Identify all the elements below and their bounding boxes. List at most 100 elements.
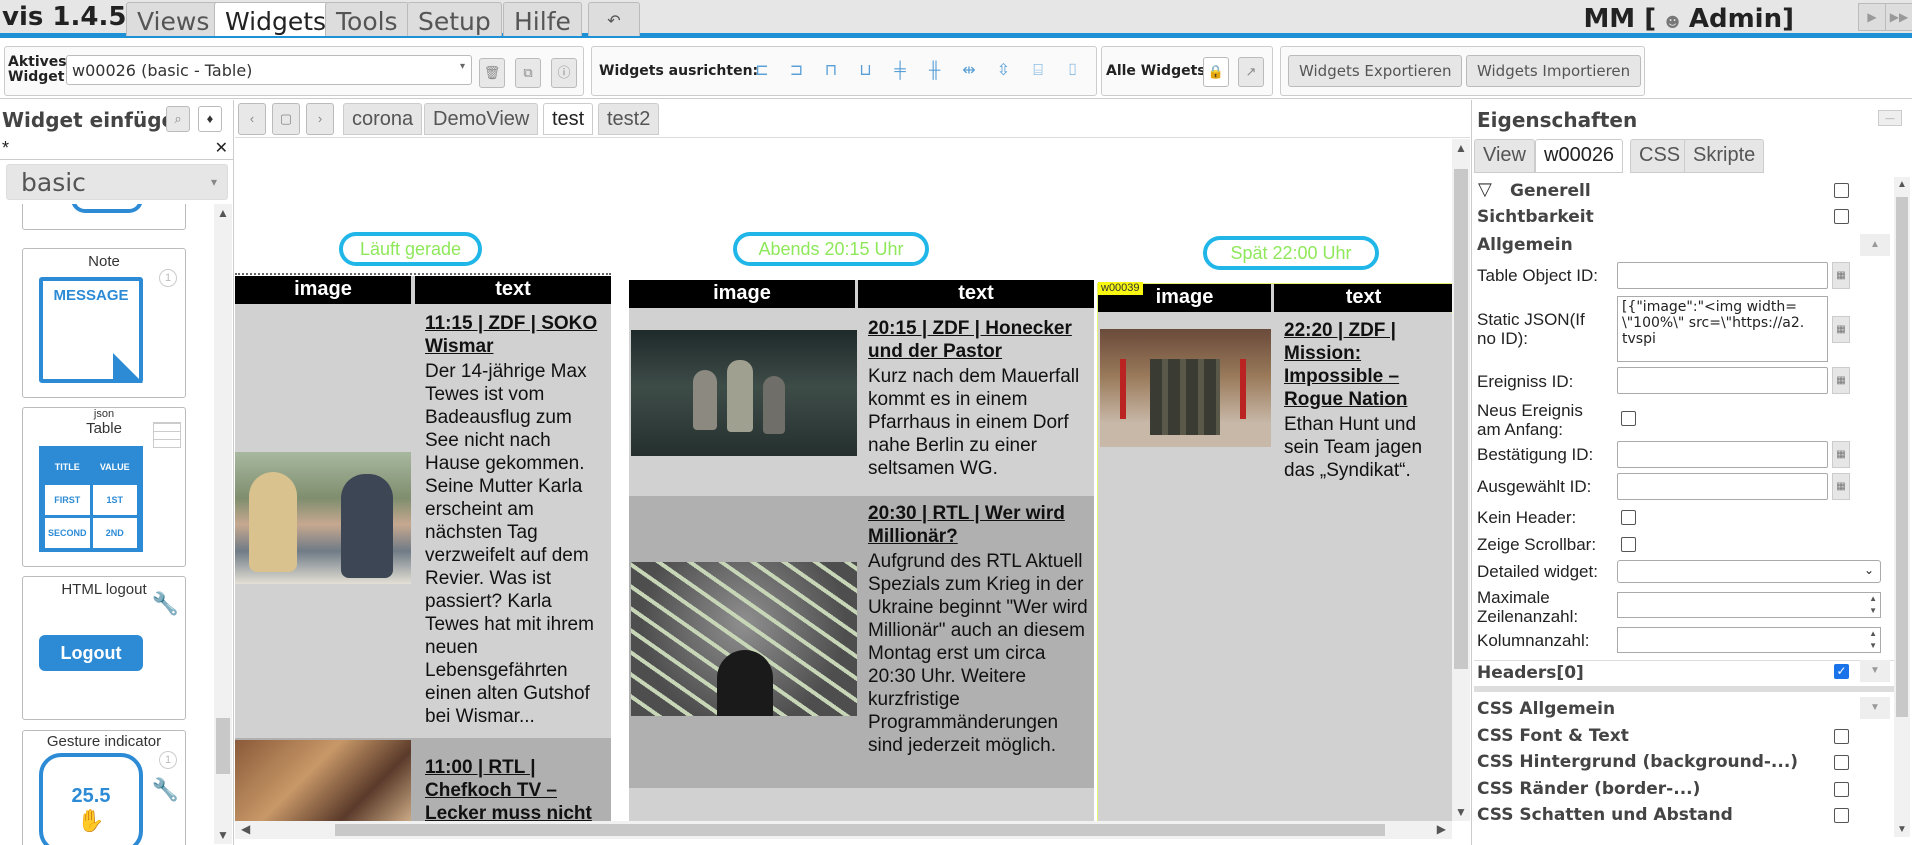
group-css-raender[interactable]: CSS Ränder (border-...) <box>1477 779 1700 799</box>
chevron-up-icon[interactable]: ▲ <box>1860 234 1890 256</box>
program-headline[interactable]: 11:00 | RTL | Chefkoch TV – Lecker muss … <box>425 756 607 821</box>
undo-button[interactable]: ↶ <box>588 2 640 36</box>
same-width-icon[interactable]: ⌸ <box>1028 60 1048 82</box>
chevron-down-icon[interactable]: ▼ <box>1860 660 1890 682</box>
prop-tab-widget[interactable]: w00026 <box>1535 139 1624 173</box>
widget-card-gesture-indicator[interactable]: Gesture indicator 1 🔧 25.5 ✋ <box>22 730 186 845</box>
max-zeilen-stepper[interactable]: ▲ ▼ <box>1617 592 1881 618</box>
table-row[interactable]: 20:30 | RTL | Wer wird Millionär? Aufgrun… <box>629 496 1094 788</box>
tab-test2[interactable]: test2 <box>598 103 660 135</box>
widget-card-partial[interactable] <box>22 204 186 230</box>
align-vcenter-icon[interactable]: ╪ <box>890 60 910 82</box>
generell-checkbox[interactable] <box>1834 183 1849 198</box>
pill-spaet[interactable]: Spät 22:00 Uhr <box>1203 236 1379 270</box>
table-object-id-input[interactable] <box>1617 262 1828 289</box>
select-id-button[interactable]: ▦ <box>1832 262 1850 289</box>
copy-widget-icon[interactable]: ⧉ <box>515 58 541 88</box>
table-widget-w00026[interactable]: image text 11:15 | ZDF | SOKO Wismar Der … <box>235 276 611 821</box>
tab-demoview[interactable]: DemoView <box>424 103 539 135</box>
select-id-button[interactable]: ▦ <box>1832 316 1850 343</box>
table-row[interactable]: 20:15 | ZDF | Honecker und der Pastor Kur… <box>629 309 1094 494</box>
group-allgemein[interactable]: Allgemein <box>1477 235 1573 255</box>
clipboard-icon[interactable]: ▢ <box>272 103 300 135</box>
table-row[interactable]: 11:15 | ZDF | SOKO Wismar Der 14-jährige … <box>235 306 611 737</box>
widget-card-note[interactable]: Note 1 MESSAGE <box>22 248 186 398</box>
css-raender-checkbox[interactable] <box>1834 782 1849 797</box>
program-headline[interactable]: 20:30 | RTL | Wer wird Millionär? <box>868 502 1092 548</box>
table-row[interactable]: 11:00 | RTL | Chefkoch TV – Lecker muss … <box>235 738 611 821</box>
same-height-icon[interactable]: ⌷ <box>1063 60 1083 82</box>
clear-icon[interactable]: ✕ <box>215 138 228 158</box>
widget-set-select[interactable]: basic ▾ <box>6 164 228 200</box>
distribute-v-icon[interactable]: ⇳ <box>994 60 1014 82</box>
table-row[interactable]: 22:20 | ZDF | Mission: Impossible – Rogu… <box>1098 313 1452 821</box>
group-css-schatten[interactable]: CSS Schatten und Abstand <box>1477 805 1733 825</box>
detailed-widget-select[interactable]: ⌄ <box>1617 560 1881 583</box>
table-widget[interactable]: image text 20:15 | ZDF | Honecker und de… <box>629 280 1094 821</box>
tab-corona[interactable]: corona <box>343 103 423 135</box>
properties-scrollbar[interactable]: ▲ ▼ <box>1894 177 1910 837</box>
menu-hilfe[interactable]: Hilfe <box>503 2 582 36</box>
delete-widget-icon[interactable]: 🗑 <box>479 58 505 88</box>
group-sichtbarkeit[interactable]: Sichtbarkeit <box>1477 207 1594 227</box>
align-top-icon[interactable]: ⊓ <box>821 60 841 82</box>
select-id-button[interactable]: ▦ <box>1832 441 1850 468</box>
canvas-scrollbar-horizontal[interactable]: ◀ ▶ <box>235 821 1452 839</box>
zeige-scrollbar-checkbox[interactable] <box>1621 537 1636 552</box>
group-css-hintergrund[interactable]: CSS Hintergrund (background-...) <box>1477 752 1798 772</box>
align-bottom-icon[interactable]: ⊔ <box>856 60 876 82</box>
kein-header-checkbox[interactable] <box>1621 510 1636 525</box>
headers-checkbox[interactable]: ✓ <box>1834 664 1849 679</box>
export-widgets-button[interactable]: Widgets Exportieren <box>1288 55 1463 87</box>
select-id-button[interactable]: ▦ <box>1832 367 1850 394</box>
play-icon[interactable]: ▶ <box>1858 3 1886 31</box>
active-widget-select[interactable]: w00026 (basic - Table) ▾ <box>66 55 472 85</box>
prop-tab-view[interactable]: View <box>1474 139 1535 173</box>
chevron-left-icon[interactable]: ‹ <box>238 103 266 135</box>
lock-icon[interactable]: 🔒 <box>1203 57 1229 87</box>
program-headline[interactable]: 22:20 | ZDF | Mission: Impossible – Rogu… <box>1284 319 1450 411</box>
filter-input[interactable]: * ✕ <box>0 138 234 160</box>
tag-icon[interactable]: ♦ <box>198 106 222 132</box>
chevron-down-icon[interactable]: ▼ <box>1860 697 1890 719</box>
group-generell[interactable]: Generell <box>1510 181 1591 201</box>
external-link-icon[interactable]: ↗ <box>1238 57 1264 87</box>
menu-tools[interactable]: Tools <box>325 2 409 36</box>
kolumnanzahl-stepper[interactable]: ▲ ▼ <box>1617 627 1881 653</box>
collapse-icon[interactable]: — <box>1878 110 1902 126</box>
select-id-button[interactable]: ▦ <box>1832 473 1850 500</box>
sichtbarkeit-checkbox[interactable] <box>1834 209 1849 224</box>
ereignis-id-input[interactable] <box>1617 367 1828 394</box>
chevron-right-icon[interactable]: › <box>306 103 334 135</box>
widget-card-table[interactable]: json Table TITLE VALUE FIRST 1ST SECOND … <box>22 407 186 567</box>
program-headline[interactable]: 11:15 | ZDF | SOKO Wismar <box>425 312 607 358</box>
prop-tab-skripte[interactable]: Skripte <box>1684 139 1765 173</box>
search-icon[interactable]: ⌕ <box>166 106 190 132</box>
css-schatten-checkbox[interactable] <box>1834 808 1849 823</box>
menu-views[interactable]: Views <box>126 2 221 36</box>
ausgewaehlt-id-input[interactable] <box>1617 473 1828 500</box>
align-right-icon[interactable]: ⊐ <box>787 60 807 82</box>
static-json-textarea[interactable]: [{"image":"<img width=\"100%\" src=\"htt… <box>1617 296 1828 362</box>
table-widget-w00039[interactable]: image text w00039 22:20 | ZDF | Mission:… <box>1097 282 1452 821</box>
tab-test[interactable]: test <box>543 103 594 135</box>
bestaetigung-id-input[interactable] <box>1617 441 1828 468</box>
css-hintergrund-checkbox[interactable] <box>1834 755 1849 770</box>
group-css-font[interactable]: CSS Font & Text <box>1477 726 1629 746</box>
info-icon[interactable]: ⓘ <box>551 58 577 88</box>
distribute-h-icon[interactable]: ⇹ <box>959 60 979 82</box>
palette-scrollbar[interactable]: ▲ ▼ <box>214 204 232 844</box>
canvas-scrollbar-vertical[interactable]: ▲ ▼ <box>1452 139 1470 821</box>
css-font-checkbox[interactable] <box>1834 729 1849 744</box>
neus-ereignis-checkbox[interactable] <box>1621 411 1636 426</box>
prop-tab-css[interactable]: CSS <box>1630 139 1690 173</box>
pill-abends[interactable]: Abends 20:15 Uhr <box>733 232 929 266</box>
widget-card-html-logout[interactable]: HTML logout 🔧 Logout <box>22 576 186 720</box>
group-css-allgemein[interactable]: CSS Allgemein <box>1477 699 1615 719</box>
group-headers[interactable]: Headers[0] <box>1477 663 1584 683</box>
program-headline[interactable]: 20:15 | ZDF | Honecker und der Pastor <box>868 317 1092 363</box>
menu-setup[interactable]: Setup <box>407 2 502 36</box>
menu-widgets[interactable]: Widgets <box>214 2 338 36</box>
align-left-icon[interactable]: ⊏ <box>752 60 772 82</box>
import-widgets-button[interactable]: Widgets Importieren <box>1466 55 1642 87</box>
